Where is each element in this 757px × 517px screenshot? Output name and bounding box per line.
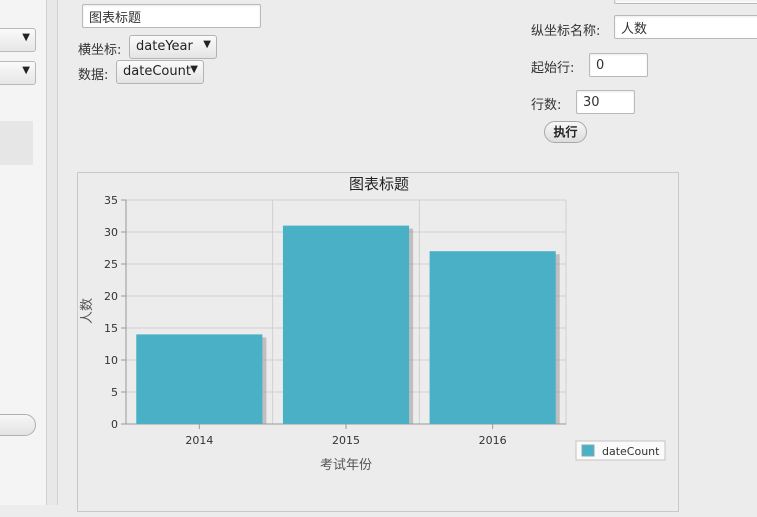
start-row-label: 起始行:	[531, 61, 575, 76]
data-label: 数据:	[78, 68, 109, 83]
x-axis-label: 考试年份	[320, 458, 372, 473]
data-select-value: dateCount	[123, 64, 191, 79]
y-axis-name-label: 纵坐标名称:	[531, 24, 601, 39]
top-field-edge[interactable]	[614, 0, 757, 4]
sidebar-select-1[interactable]: ▼	[0, 28, 36, 52]
y-tick-label: 15	[104, 322, 118, 335]
execute-button[interactable]: 执行	[544, 121, 587, 143]
x-axis-select[interactable]: dateYear ▼	[129, 35, 217, 59]
bar-chart: 图表标题 0 5 10 15 20 25 30 35 2014 2015 2016 人数 考试年份…	[80, 175, 666, 473]
sidebar-button[interactable]	[0, 414, 36, 436]
x-tick-label: 2016	[479, 434, 507, 447]
chart-bars	[136, 225, 560, 424]
left-sidebar: ▼ ▼	[0, 0, 47, 505]
bar	[136, 334, 263, 424]
y-tick-label: 10	[104, 354, 118, 367]
chevron-down-icon: ▼	[190, 64, 198, 75]
chart-title-input[interactable]	[82, 4, 261, 28]
y-tick-label: 30	[104, 226, 118, 239]
y-tick-label: 20	[104, 290, 118, 303]
legend-swatch	[581, 444, 595, 457]
y-tick-label: 5	[111, 386, 118, 399]
sidebar-selected-item[interactable]	[0, 121, 33, 165]
chart-title: 图表标题	[349, 175, 409, 193]
x-axis-label: 横坐标:	[78, 43, 122, 58]
y-tick-label: 25	[104, 258, 118, 271]
y-axis-label: 人数	[80, 298, 95, 324]
sidebar-select-2[interactable]: ▼	[0, 61, 36, 85]
chevron-down-icon: ▼	[22, 65, 30, 76]
y-axis-ticks: 0 5 10 15 20 25 30 35	[104, 194, 126, 431]
x-axis-select-value: dateYear	[136, 39, 193, 54]
legend-label: dateCount	[602, 445, 660, 458]
chart-legend: dateCount	[575, 440, 666, 461]
x-axis-ticks: 2014 2015 2016	[185, 424, 507, 447]
row-count-label: 行数:	[531, 98, 562, 113]
x-tick-label: 2014	[185, 434, 213, 447]
chevron-down-icon: ▼	[203, 39, 211, 50]
x-tick-label: 2015	[332, 434, 360, 447]
y-axis-name-input[interactable]	[614, 15, 757, 39]
chart-panel: 图表标题 0 5 10 15 20 25 30 35 2014 2015 2016 人数 考试年份…	[77, 172, 679, 512]
bar	[429, 251, 556, 424]
data-select[interactable]: dateCount ▼	[116, 60, 204, 84]
y-tick-label: 0	[111, 418, 118, 431]
chevron-down-icon: ▼	[22, 32, 30, 43]
row-count-input[interactable]	[576, 90, 635, 114]
bar	[282, 225, 410, 424]
y-tick-label: 35	[104, 194, 118, 207]
panel-divider[interactable]	[47, 0, 58, 505]
start-row-input[interactable]	[589, 53, 648, 77]
